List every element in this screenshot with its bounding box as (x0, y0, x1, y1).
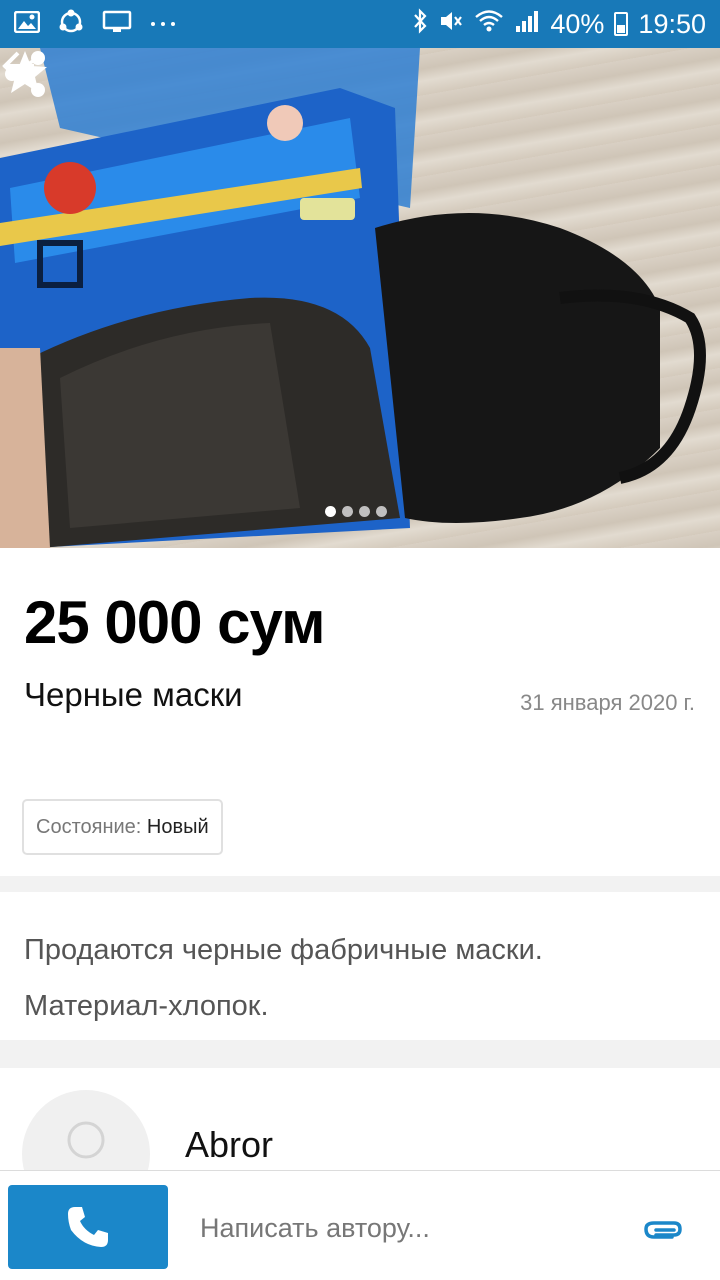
description-line: Продаются черные фабричные маски. (24, 934, 543, 966)
paperclip-icon (644, 1221, 682, 1239)
message-input[interactable]: Написать автору... (200, 1213, 430, 1244)
listing-title: Черные маски (24, 676, 243, 713)
attach-button[interactable] (640, 1209, 688, 1249)
condition-chip: Состояние: Новый (22, 799, 223, 855)
listing-info: 25 000 сум Черные маски 31 января 2020 г… (0, 548, 720, 876)
battery-percent: 40% (550, 8, 605, 39)
more-dots-icon (150, 15, 176, 33)
price: 25 000 сум (24, 589, 326, 656)
call-button[interactable] (8, 1185, 168, 1269)
description-line: Материал-хлопок. (24, 990, 269, 1022)
listing-photo[interactable] (0, 48, 720, 548)
battery-icon (614, 12, 629, 36)
gallery-icon (13, 10, 41, 38)
description-section: Продаются черные фабричные маски. Матери… (0, 892, 720, 1040)
carousel-dot[interactable] (342, 506, 353, 517)
signal-icon (514, 8, 540, 41)
sync-icon (58, 9, 84, 40)
carousel-indicator (0, 506, 720, 517)
carousel-dot[interactable] (359, 506, 370, 517)
condition-label: Состояние: (36, 815, 142, 838)
screen: 40% 19:50 25 000 сум Черные маски 31 янв… (0, 0, 720, 1280)
bottom-action-bar: Написать автору... (0, 1170, 720, 1280)
seller-name[interactable]: Abror (185, 1124, 273, 1166)
wifi-icon (474, 8, 504, 41)
bluetooth-icon (412, 7, 428, 41)
carousel-dot[interactable] (376, 506, 387, 517)
listing-date: 31 января 2020 г. (520, 690, 695, 715)
mute-icon (438, 8, 464, 41)
carousel-dot[interactable] (325, 506, 336, 517)
status-bar: 40% 19:50 (0, 0, 720, 48)
favorite-button[interactable] (3, 51, 594, 138)
share-button[interactable] (5, 51, 690, 138)
phone-icon (68, 1207, 108, 1247)
condition-value: Новый (146, 815, 209, 838)
share-icon (5, 51, 45, 97)
monitor-icon (102, 10, 132, 39)
clock: 19:50 (638, 8, 706, 39)
